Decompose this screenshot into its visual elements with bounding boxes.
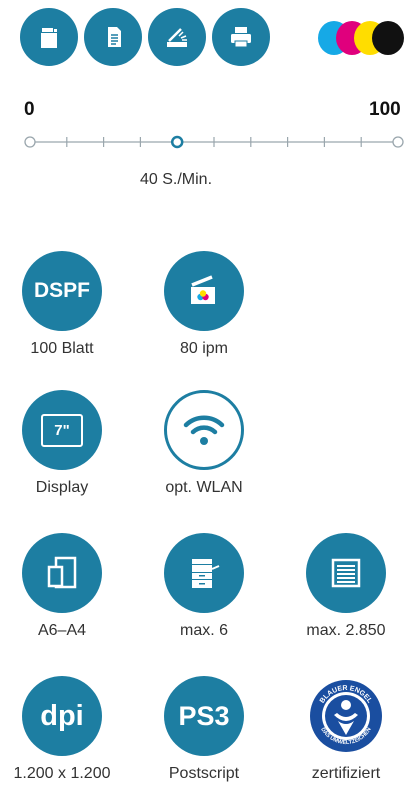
wlan-label: opt. WLAN xyxy=(165,479,243,496)
black-dot xyxy=(372,21,404,55)
feature-resolution: dpi 1.200 x 1.200 xyxy=(0,676,132,783)
wifi-icon xyxy=(164,390,244,470)
ps3-icon: PS3 xyxy=(164,676,244,756)
display-size-badge: 7" xyxy=(54,421,70,439)
display-icon: 7" xyxy=(22,390,102,470)
ecolabel-label: zertifiziert xyxy=(311,765,381,782)
capacity-label: max. 2.850 xyxy=(306,622,386,639)
feature-ecolabel: BLAUER ENGEL DAS UMWELTZEICHEN zertifizi… xyxy=(276,676,411,783)
blauer-engel-seal-icon: BLAUER ENGEL DAS UMWELTZEICHEN xyxy=(306,676,386,756)
paper-trays-icon xyxy=(164,533,244,613)
scale-end-node xyxy=(392,136,404,148)
feature-dspf: DSPF 100 Blatt xyxy=(0,251,132,358)
scale-start-node xyxy=(24,136,36,148)
scale-value-marker xyxy=(170,135,184,149)
feature-display: 7" Display xyxy=(0,390,132,497)
trays-label: max. 6 xyxy=(179,622,228,639)
dpi-icon: dpi xyxy=(22,676,102,756)
feature-postscript: PS3 Postscript xyxy=(134,676,274,783)
feature-scan-speed: 80 ipm xyxy=(134,251,274,358)
scan-speed-label: 80 ipm xyxy=(179,340,229,357)
scale-min-label: 0 xyxy=(24,99,35,120)
ps3-badge: PS3 xyxy=(178,700,230,731)
color-scan-icon xyxy=(164,251,244,331)
dpi-badge: dpi xyxy=(40,699,84,732)
scanner-icon xyxy=(148,8,206,66)
feature-paper-size: A6–A4 xyxy=(0,533,132,640)
postscript-label: Postscript xyxy=(168,765,240,782)
dspf-icon: DSPF xyxy=(22,251,102,331)
dspf-badge: DSPF xyxy=(33,279,90,302)
scale-max-label: 100 xyxy=(369,99,401,120)
cmyk-color-icon xyxy=(318,21,408,55)
feature-paper-capacity: max. 2.850 xyxy=(276,533,411,640)
dspf-label: 100 Blatt xyxy=(30,340,94,357)
feature-wlan: opt. WLAN xyxy=(134,390,274,497)
printer-icon xyxy=(212,8,270,66)
copier-icon xyxy=(20,8,78,66)
paper-size-icon xyxy=(22,533,102,613)
paper-stack-icon xyxy=(306,533,386,613)
display-label: Display xyxy=(35,479,89,496)
paper-size-label: A6–A4 xyxy=(37,622,87,639)
resolution-label: 1.200 x 1.200 xyxy=(13,765,111,782)
feature-trays: max. 6 xyxy=(134,533,274,640)
speed-value: 40 S./Min. xyxy=(139,171,213,188)
speed-scale xyxy=(24,135,404,149)
document-icon xyxy=(84,8,142,66)
